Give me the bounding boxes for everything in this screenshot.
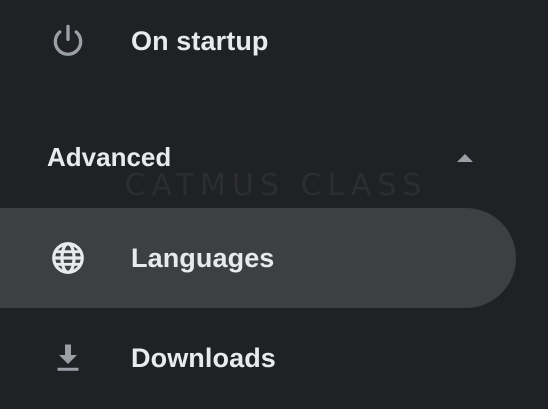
nav-item-label: Downloads [131,342,276,373]
nav-item-on-startup[interactable]: On startup [0,0,516,91]
nav-item-label: Languages [131,242,275,273]
download-icon [48,338,88,378]
nav-item-downloads[interactable]: Downloads [0,308,516,408]
power-icon [48,21,88,61]
caret-up-icon [455,150,475,166]
nav-item-languages[interactable]: Languages [0,208,516,308]
nav-item-label: On startup [131,25,269,56]
globe-icon [48,238,88,278]
advanced-section-toggle[interactable]: Advanced [0,128,516,188]
settings-nav: On startup Advanced CATMUS CLASS CODE204… [0,0,548,409]
advanced-section-title: Advanced [47,142,172,172]
